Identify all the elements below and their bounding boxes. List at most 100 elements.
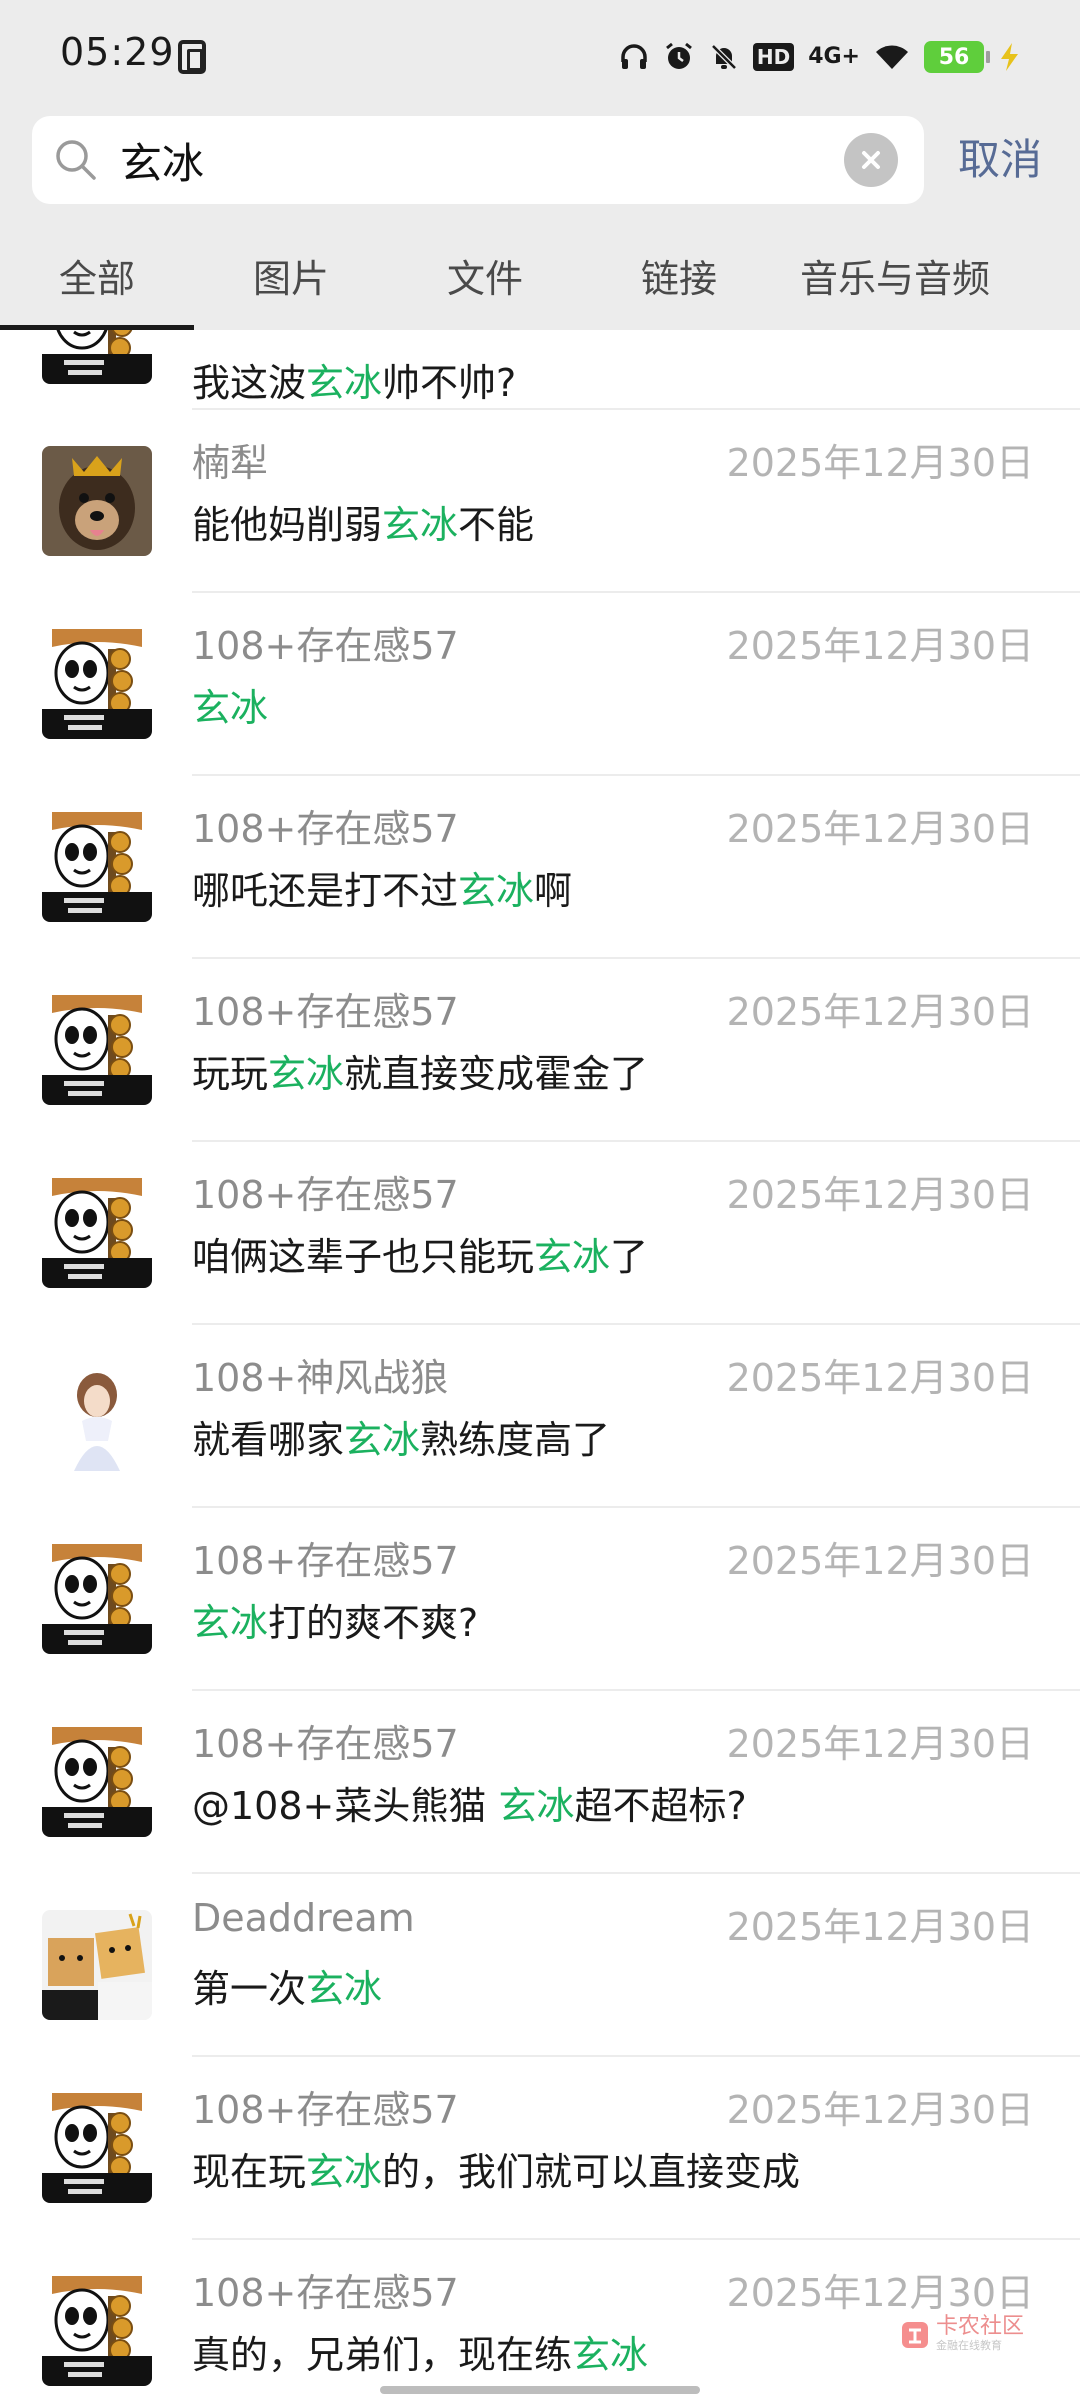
message-date: 2025年12月30日	[726, 1722, 1034, 1766]
list-item[interactable]: 108+存在感57 2025年12月30日玄冰	[0, 593, 1080, 776]
avatar	[42, 1727, 152, 1837]
charging-icon	[998, 42, 1020, 72]
message-text: @108+菜头熊猫 玄冰超不超标?	[192, 1784, 747, 1828]
message-text: 我这波玄冰帅不帅?	[192, 361, 517, 405]
avatar	[42, 1910, 152, 2020]
watermark-text: 卡农社区	[936, 2314, 1025, 2339]
sender-name: 108+存在感57	[192, 1539, 459, 1583]
search-box[interactable]	[32, 116, 924, 204]
message-date: 2025年12月30日	[726, 441, 1034, 485]
avatar	[42, 1544, 152, 1654]
list-item[interactable]: 108+存在感57 2025年12月30日现在玩玄冰的，我们就可以直接变成	[0, 2057, 1080, 2240]
tab-files[interactable]: 文件	[388, 228, 582, 330]
status-bar: 05:29 HD 4G+ 56	[0, 0, 1080, 112]
home-indicator[interactable]	[380, 2386, 700, 2394]
list-item[interactable]: 108+存在感57 2025年12月30日哪吒还是打不过玄冰啊	[0, 776, 1080, 959]
message-text: 玄冰打的爽不爽?	[192, 1601, 479, 1645]
search-icon	[52, 136, 100, 188]
search-input[interactable]	[120, 116, 860, 204]
network-type: 4G+	[808, 44, 860, 69]
message-text: 就看哪家玄冰熟练度高了	[192, 1418, 611, 1462]
avatar	[42, 330, 152, 384]
headphones-icon	[619, 42, 649, 72]
message-text: 现在玩玄冰的，我们就可以直接变成	[192, 2150, 801, 2194]
filter-tabs: 全部 图片 文件 链接 音乐与音频	[0, 228, 1080, 330]
sender-name: 108+存在感57	[192, 1173, 459, 1217]
sender-name: 108+存在感57	[192, 1722, 459, 1766]
close-icon	[862, 151, 880, 169]
message-date: 2025年12月30日	[726, 1356, 1034, 1400]
list-item[interactable]: 108+存在感57 2025年12月30日玩玩玄冰就直接变成霍金了	[0, 959, 1080, 1142]
list-item[interactable]: 楠犁 2025年12月30日能他妈削弱玄冰不能	[0, 410, 1080, 593]
message-text: 真的，兄弟们，现在练玄冰	[192, 2333, 649, 2377]
message-text: 第一次玄冰	[192, 1967, 383, 2011]
tab-all[interactable]: 全部	[0, 228, 194, 330]
mute-bell-icon	[709, 42, 739, 72]
message-date: 2025年12月30日	[726, 624, 1034, 668]
message-date: 2025年12月30日	[726, 1539, 1034, 1583]
avatar	[42, 2093, 152, 2203]
highlighted-keyword: 玄冰	[572, 2333, 649, 2377]
message-text: 能他妈削弱玄冰不能	[192, 503, 535, 547]
list-item[interactable]: 108+存在感57 2025年12月30日咱俩这辈子也只能玩玄冰了	[0, 1142, 1080, 1325]
sender-name: 108+神风战狼	[192, 1356, 449, 1400]
hd-badge: HD	[752, 43, 795, 71]
highlighted-keyword: 玄冰	[458, 869, 535, 913]
watermark: 卡农社区 金融在线教育	[900, 2315, 1024, 2355]
highlighted-keyword: 玄冰	[306, 1967, 383, 2011]
sender-name: 108+存在感57	[192, 990, 459, 1034]
watermark-logo-icon	[902, 2322, 928, 2348]
battery-level: 56	[938, 44, 970, 70]
list-item[interactable]: Deaddream 2025年12月30日第一次玄冰	[0, 1874, 1080, 2057]
message-date: 2025年12月30日	[726, 990, 1034, 1034]
avatar	[42, 1361, 152, 1471]
battery-indicator: 56	[924, 41, 990, 73]
search-results-list[interactable]: 我这波玄冰帅不帅? 楠犁 2025年12月30日 能他妈削弱玄冰不能 108+存在感5…	[0, 330, 1080, 2400]
avatar	[42, 446, 152, 556]
sender-name: Deaddream	[192, 1896, 415, 1940]
status-icons: HD 4G+ 56	[619, 34, 1020, 80]
message-text: 玩玩玄冰就直接变成霍金了	[192, 1052, 649, 1096]
sender-name: 108+存在感57	[192, 2088, 459, 2132]
list-item[interactable]: 我这波玄冰帅不帅?	[0, 330, 1080, 410]
tab-music-audio[interactable]: 音乐与音频	[776, 228, 1026, 330]
sender-name: 108+存在感57	[192, 807, 459, 851]
highlighted-keyword: 玄冰	[268, 1052, 345, 1096]
message-text: 哪吒还是打不过玄冰啊	[192, 869, 573, 913]
wifi-icon	[874, 43, 910, 71]
top-area: 05:29 HD 4G+ 56 玄冰 取消 全部 图片 文件 链接 音乐与音频	[0, 0, 1080, 330]
sender-name: 108+存在感57	[192, 624, 459, 668]
message-date: 2025年12月30日	[726, 1905, 1034, 1949]
list-item[interactable]: 108+存在感57 2025年12月30日 @108+菜头熊猫 玄冰超不超标?	[0, 1691, 1080, 1874]
sender-name: 楠犁	[192, 441, 269, 485]
message-date: 2025年12月30日	[726, 807, 1034, 851]
message-date: 2025年12月30日	[726, 2088, 1034, 2132]
avatar	[42, 629, 152, 739]
avatar	[42, 2276, 152, 2386]
highlighted-keyword: 玄冰	[382, 503, 459, 547]
highlighted-keyword: 玄冰	[306, 2150, 383, 2194]
highlighted-keyword: 玄冰	[498, 1784, 575, 1828]
highlighted-keyword: 玄冰	[192, 686, 269, 730]
avatar	[42, 1178, 152, 1288]
cancel-button[interactable]: 取消	[958, 128, 1042, 192]
alarm-icon	[663, 41, 695, 73]
message-text: 咱俩这辈子也只能玩玄冰了	[192, 1235, 649, 1279]
list-item[interactable]: 108+存在感57 2025年12月30日玄冰打的爽不爽?	[0, 1508, 1080, 1691]
sim-card-icon	[178, 40, 206, 74]
watermark-subtext: 金融在线教育	[936, 2339, 1002, 2352]
message-date: 2025年12月30日	[726, 1173, 1034, 1217]
message-text: 玄冰	[192, 677, 268, 732]
highlighted-keyword: 玄冰	[534, 1235, 611, 1279]
avatar	[42, 995, 152, 1105]
tab-links[interactable]: 链接	[582, 228, 776, 330]
status-time: 05:29	[60, 30, 175, 74]
tab-images[interactable]: 图片	[194, 228, 388, 330]
clear-search-button[interactable]	[844, 133, 898, 187]
highlighted-keyword: 玄冰	[192, 1601, 269, 1645]
highlighted-keyword: 玄冰	[344, 1418, 421, 1462]
list-item[interactable]: 108+神风战狼 2025年12月30日就看哪家玄冰熟练度高了	[0, 1325, 1080, 1508]
sender-name: 108+存在感57	[192, 2271, 459, 2315]
avatar	[42, 812, 152, 922]
message-date: 2025年12月30日	[726, 2271, 1034, 2315]
